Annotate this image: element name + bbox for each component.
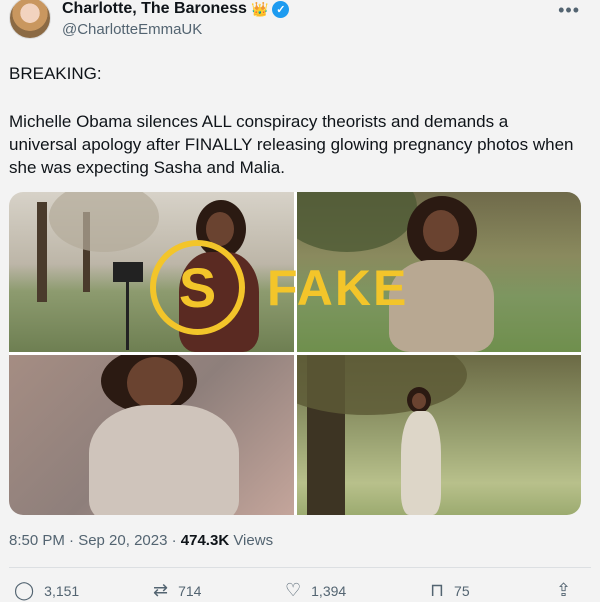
tweet-card: Charlotte, The Baroness 👑 ✓ @CharlotteEm…	[0, 0, 600, 600]
bookmark-button[interactable]: ⊓ 75	[430, 580, 470, 601]
bookmark-count: 75	[454, 582, 470, 599]
reply-button[interactable]: ◯ 3,151	[14, 580, 79, 601]
retweet-button[interactable]: ⇄ 714	[153, 580, 201, 601]
more-icon[interactable]: •••	[558, 0, 580, 21]
like-button[interactable]: ♡ 1,394	[285, 580, 346, 601]
avatar[interactable]	[9, 0, 51, 39]
tweet-text: Michelle Obama silences ALL conspiracy t…	[9, 112, 574, 177]
tweet-lead: BREAKING:	[9, 64, 102, 83]
retweet-count: 714	[178, 582, 202, 599]
reply-count: 3,151	[44, 582, 80, 599]
bookmark-icon: ⊓	[430, 580, 445, 600]
view-count: 474.3K	[180, 532, 230, 549]
verified-icon: ✓	[272, 0, 290, 18]
share-icon: ⇪	[556, 580, 572, 600]
like-count: 1,394	[311, 582, 347, 599]
share-button[interactable]: ⇪	[556, 580, 571, 601]
fact-check-logo-icon: S	[150, 240, 245, 335]
timestamp[interactable]: 8:50 PM · Sep 20, 2023 ·	[9, 532, 181, 549]
retweet-icon: ⇄	[153, 580, 169, 600]
author-name-row: Charlotte, The Baroness 👑 ✓	[62, 0, 290, 18]
divider	[9, 567, 591, 568]
display-name[interactable]: Charlotte, The Baroness	[62, 0, 247, 18]
action-bar: ◯ 3,151 ⇄ 714 ♡ 1,394 ⊓ 75 ⇪	[0, 580, 600, 602]
photo-3[interactable]	[9, 355, 294, 515]
photo-4[interactable]	[297, 355, 581, 515]
views-label: Views	[229, 532, 274, 549]
handle[interactable]: @CharlotteEmmaUK	[62, 21, 202, 38]
crown-icon: 👑	[250, 0, 269, 17]
heart-icon: ♡	[285, 580, 302, 600]
fake-watermark: S FAKE	[150, 240, 408, 335]
fake-label: FAKE	[267, 259, 409, 316]
tweet-meta: 8:50 PM · Sep 20, 2023 · 474.3K Views	[9, 532, 273, 549]
reply-icon: ◯	[14, 580, 35, 600]
